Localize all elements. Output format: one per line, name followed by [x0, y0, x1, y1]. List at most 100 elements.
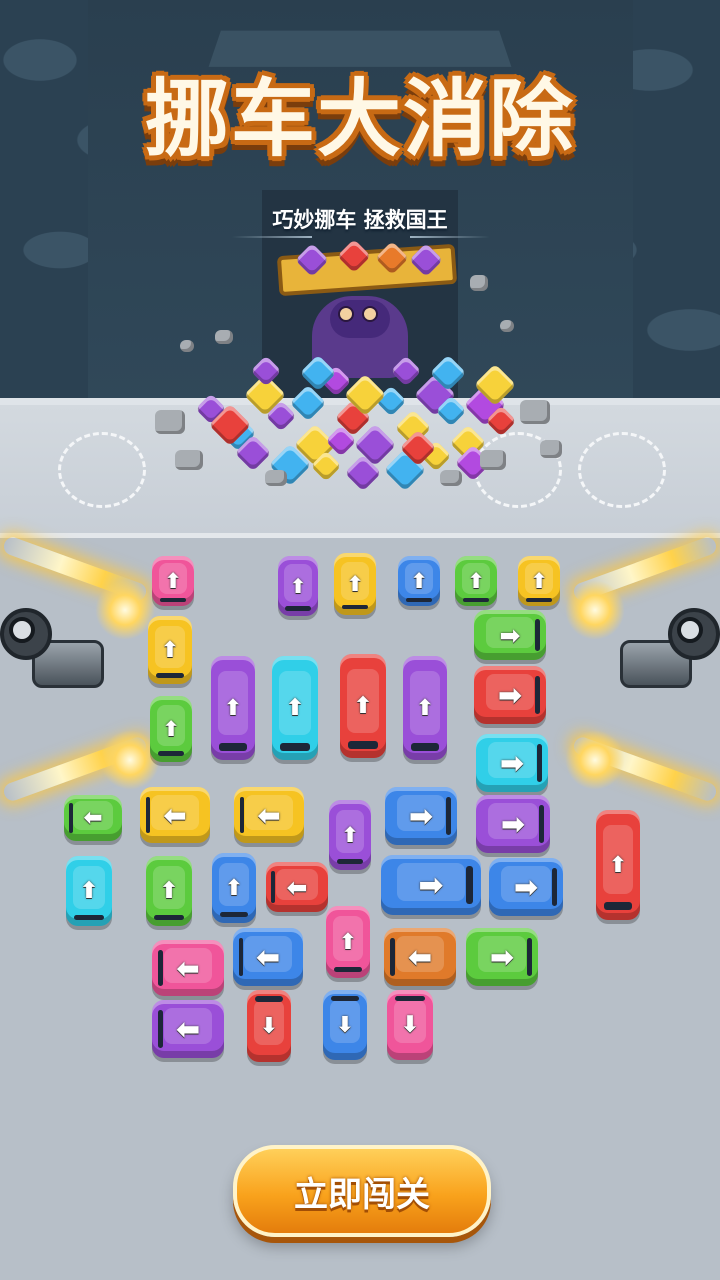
arrow-up-icon: ⬆	[289, 574, 307, 598]
car-blue-right[interactable]: ➡	[381, 855, 481, 915]
rock	[540, 440, 562, 458]
rock	[440, 470, 462, 486]
car-red-up[interactable]: ⬆	[596, 810, 640, 920]
laser-cannon-left	[0, 608, 104, 698]
subtitle-divider-left	[232, 236, 312, 238]
car-purple-left[interactable]: ⬅	[152, 1000, 224, 1058]
king-eye	[338, 306, 354, 322]
car-pink-down[interactable]: ⬇	[387, 990, 433, 1060]
car-green-left[interactable]: ⬅	[64, 795, 122, 841]
arrow-up-icon: ⬆	[159, 878, 179, 904]
arrow-down-icon: ⬇	[335, 1012, 355, 1038]
arrow-left-icon: ⬅	[163, 798, 187, 832]
rock	[500, 320, 514, 332]
rock	[470, 275, 488, 291]
empty-slot	[578, 432, 666, 508]
arrow-up-icon: ⬆	[285, 695, 305, 721]
car-purple-up[interactable]: ⬆	[329, 800, 371, 870]
spark-effect	[565, 730, 625, 790]
car-purple-up[interactable]: ⬆	[278, 556, 318, 616]
car-cyan-up[interactable]: ⬆	[66, 856, 112, 926]
rock	[155, 410, 185, 434]
arrow-up-icon: ⬆	[224, 875, 244, 901]
start-level-button[interactable]: 立即闯关	[233, 1145, 491, 1237]
arrow-up-icon: ⬆	[160, 637, 180, 663]
arrow-left-icon: ⬅	[286, 872, 308, 902]
arrow-up-icon: ⬆	[162, 717, 180, 741]
rock	[175, 450, 203, 470]
car-blue-up[interactable]: ⬆	[212, 853, 256, 923]
car-pink-up[interactable]: ⬆	[152, 556, 194, 606]
arrow-up-icon: ⬆	[530, 569, 548, 593]
arrow-right-icon: ➡	[513, 870, 539, 904]
arrow-up-icon: ⬆	[410, 569, 428, 593]
car-pink-left[interactable]: ⬅	[152, 940, 224, 996]
arrow-right-icon: ➡	[489, 940, 515, 974]
car-yellow-left[interactable]: ⬅	[234, 787, 304, 843]
laser-cannon-right	[620, 608, 720, 698]
car-yellow-up[interactable]: ⬆	[334, 553, 376, 615]
car-red-down[interactable]: ⬇	[247, 990, 291, 1062]
car-red-up[interactable]: ⬆	[340, 654, 386, 758]
car-red-right[interactable]: ➡	[474, 666, 546, 724]
arrow-up-icon: ⬆	[338, 929, 358, 955]
car-yellow-left[interactable]: ⬅	[140, 787, 210, 843]
car-orange-left[interactable]: ⬅	[384, 928, 456, 986]
arrow-left-icon: ⬅	[176, 951, 200, 985]
car-green-up[interactable]: ⬆	[146, 856, 192, 926]
king-eye	[362, 306, 378, 322]
subtitle-divider-right	[410, 236, 490, 238]
car-green-right[interactable]: ➡	[466, 928, 538, 986]
empty-slot	[58, 432, 146, 508]
arrow-up-icon: ⬆	[223, 695, 243, 721]
arrow-up-icon: ⬆	[415, 695, 435, 721]
arrow-up-icon: ⬆	[346, 572, 364, 596]
rock	[180, 340, 194, 352]
car-purple-up[interactable]: ⬆	[403, 656, 447, 760]
game-screen: 挪车大消除 巧妙挪车 拯救国王 ⬆ ⬆ ⬆ ⬆ ⬆ ⬆ ⬆ ➡ ⬆ ⬆ ⬆ ⬆ ➡ ⬆ ➡ ⬅ ⬅ ⬅ ⬆ ➡ ➡ ⬆ ⬆ ⬆…	[0, 0, 720, 1280]
arrow-right-icon: ➡	[418, 867, 444, 903]
spark-effect	[95, 580, 155, 640]
game-subtitle: 巧妙挪车 拯救国王	[272, 208, 448, 232]
game-title: 挪车大消除	[144, 70, 575, 168]
arrow-up-icon: ⬆	[608, 852, 628, 878]
rock	[215, 330, 233, 344]
arrow-up-icon: ⬆	[467, 569, 485, 593]
arrow-left-icon: ⬅	[257, 798, 281, 832]
car-pink-up[interactable]: ⬆	[326, 906, 370, 978]
spark-effect	[565, 580, 625, 640]
arrow-down-icon: ⬇	[400, 1012, 420, 1038]
rock	[520, 400, 550, 424]
arrow-left-icon: ⬅	[83, 805, 103, 831]
arrow-up-icon: ⬆	[353, 693, 373, 719]
car-red-left[interactable]: ⬅	[266, 862, 328, 912]
car-blue-right[interactable]: ➡	[489, 858, 563, 916]
car-cyan-up[interactable]: ⬆	[272, 656, 318, 760]
arrow-up-icon: ⬆	[341, 823, 359, 847]
arrow-up-icon: ⬆	[79, 878, 99, 904]
car-blue-right[interactable]: ➡	[385, 787, 457, 845]
arrow-left-icon: ⬅	[407, 940, 433, 974]
car-green-right[interactable]: ➡	[474, 610, 546, 660]
arrow-right-icon: ➡	[408, 799, 434, 833]
arrow-left-icon: ⬅	[255, 940, 281, 974]
start-level-label: 立即闯关	[294, 1174, 430, 1215]
car-purple-up[interactable]: ⬆	[211, 656, 255, 760]
car-yellow-up[interactable]: ⬆	[148, 616, 192, 684]
car-yellow-up[interactable]: ⬆	[518, 556, 560, 606]
car-blue-down[interactable]: ⬇	[323, 990, 367, 1060]
car-blue-up[interactable]: ⬆	[398, 556, 440, 606]
car-cyan-right[interactable]: ➡	[476, 734, 548, 792]
rock	[480, 450, 506, 470]
arrow-down-icon: ⬇	[259, 1013, 279, 1039]
arrow-right-icon: ➡	[500, 807, 526, 841]
arrow-right-icon: ➡	[499, 620, 521, 650]
car-purple-right[interactable]: ➡	[476, 795, 550, 853]
car-green-up[interactable]: ⬆	[455, 556, 497, 606]
arrow-left-icon: ⬅	[175, 1012, 201, 1046]
arrow-right-icon: ➡	[497, 678, 523, 712]
rock	[265, 470, 287, 486]
arrow-right-icon: ➡	[499, 746, 525, 780]
car-blue-left[interactable]: ⬅	[233, 928, 303, 986]
car-green-up[interactable]: ⬆	[150, 696, 192, 762]
